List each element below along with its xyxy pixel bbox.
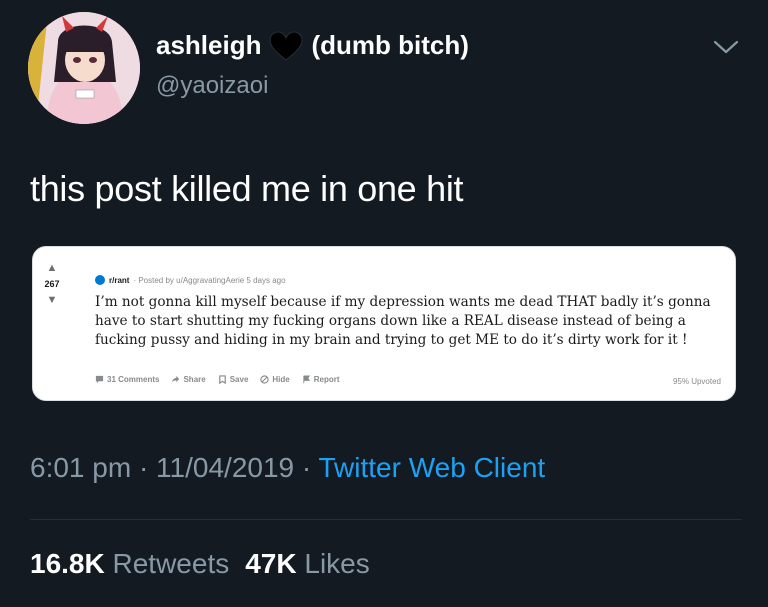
display-name: ashleigh bbox=[156, 30, 262, 60]
comments-action: 31 Comments bbox=[95, 375, 159, 384]
likes-count: 47K bbox=[245, 548, 297, 579]
comments-label: 31 Comments bbox=[107, 375, 160, 384]
stats-divider bbox=[30, 519, 742, 520]
vote-column: ▲ 267 ▼ bbox=[41, 261, 63, 307]
comment-icon bbox=[95, 375, 104, 384]
chevron-down-icon[interactable] bbox=[712, 38, 740, 56]
flag-icon bbox=[303, 375, 310, 384]
tweet-client-link[interactable]: Twitter Web Client bbox=[319, 452, 546, 483]
share-icon bbox=[172, 375, 180, 383]
tweet-time[interactable]: 6:01 pm · 11/04/2019 · bbox=[30, 452, 319, 483]
black-heart-icon bbox=[269, 30, 303, 61]
post-actions: 31 Comments Share Save Hide Report bbox=[95, 375, 340, 384]
tweet-text: this post killed me in one hit bbox=[30, 168, 464, 209]
share-action: Share bbox=[171, 375, 206, 384]
save-label: Save bbox=[229, 375, 249, 384]
retweets-label: Retweets bbox=[112, 548, 230, 579]
bookmark-icon bbox=[218, 375, 226, 384]
post-meta: r/rant · Posted by u/AggravatingAerie 5 … bbox=[95, 275, 286, 285]
post-score: 267 bbox=[44, 279, 60, 289]
upvoted-percent: 95% Upvoted bbox=[672, 377, 721, 386]
retweets-count: 16.8K bbox=[30, 548, 105, 579]
likes-label: Likes bbox=[304, 548, 370, 579]
hide-label: Hide bbox=[272, 375, 290, 384]
post-body: I’m not gonna kill myself because if my … bbox=[95, 294, 711, 348]
display-name-suffix: (dumb bitch) bbox=[311, 30, 469, 60]
retweets-stat[interactable]: 16.8K Retweets bbox=[30, 548, 229, 580]
share-label: Share bbox=[183, 375, 206, 384]
tweet-timestamp: 6:01 pm · 11/04/2019 · Twitter Web Clien… bbox=[30, 452, 545, 484]
author-name-row[interactable]: ashleigh (dumb bitch) bbox=[156, 30, 469, 61]
report-action: Report bbox=[302, 375, 340, 384]
likes-stat[interactable]: 47K Likes bbox=[245, 548, 370, 580]
subreddit-name: r/rant bbox=[109, 275, 130, 285]
subreddit-icon bbox=[95, 275, 105, 285]
attached-image-card[interactable]: ▲ 267 ▼ r/rant · Posted by u/Aggravating… bbox=[32, 246, 736, 401]
hide-icon bbox=[260, 375, 270, 384]
user-handle[interactable]: @yaoizaoi bbox=[156, 72, 268, 100]
hide-action: Hide bbox=[260, 375, 290, 384]
upvote-icon: ▲ bbox=[46, 262, 58, 274]
profile-avatar[interactable] bbox=[28, 12, 140, 124]
downvote-icon: ▼ bbox=[46, 294, 58, 306]
avatar-illustration bbox=[28, 12, 140, 124]
tweet-stats: 16.8K Retweets 47K Likes bbox=[30, 548, 370, 580]
report-label: Report bbox=[313, 375, 340, 384]
posted-by: · Posted by u/AggravatingAerie 5 days ag… bbox=[133, 275, 286, 285]
save-action: Save bbox=[218, 375, 249, 384]
